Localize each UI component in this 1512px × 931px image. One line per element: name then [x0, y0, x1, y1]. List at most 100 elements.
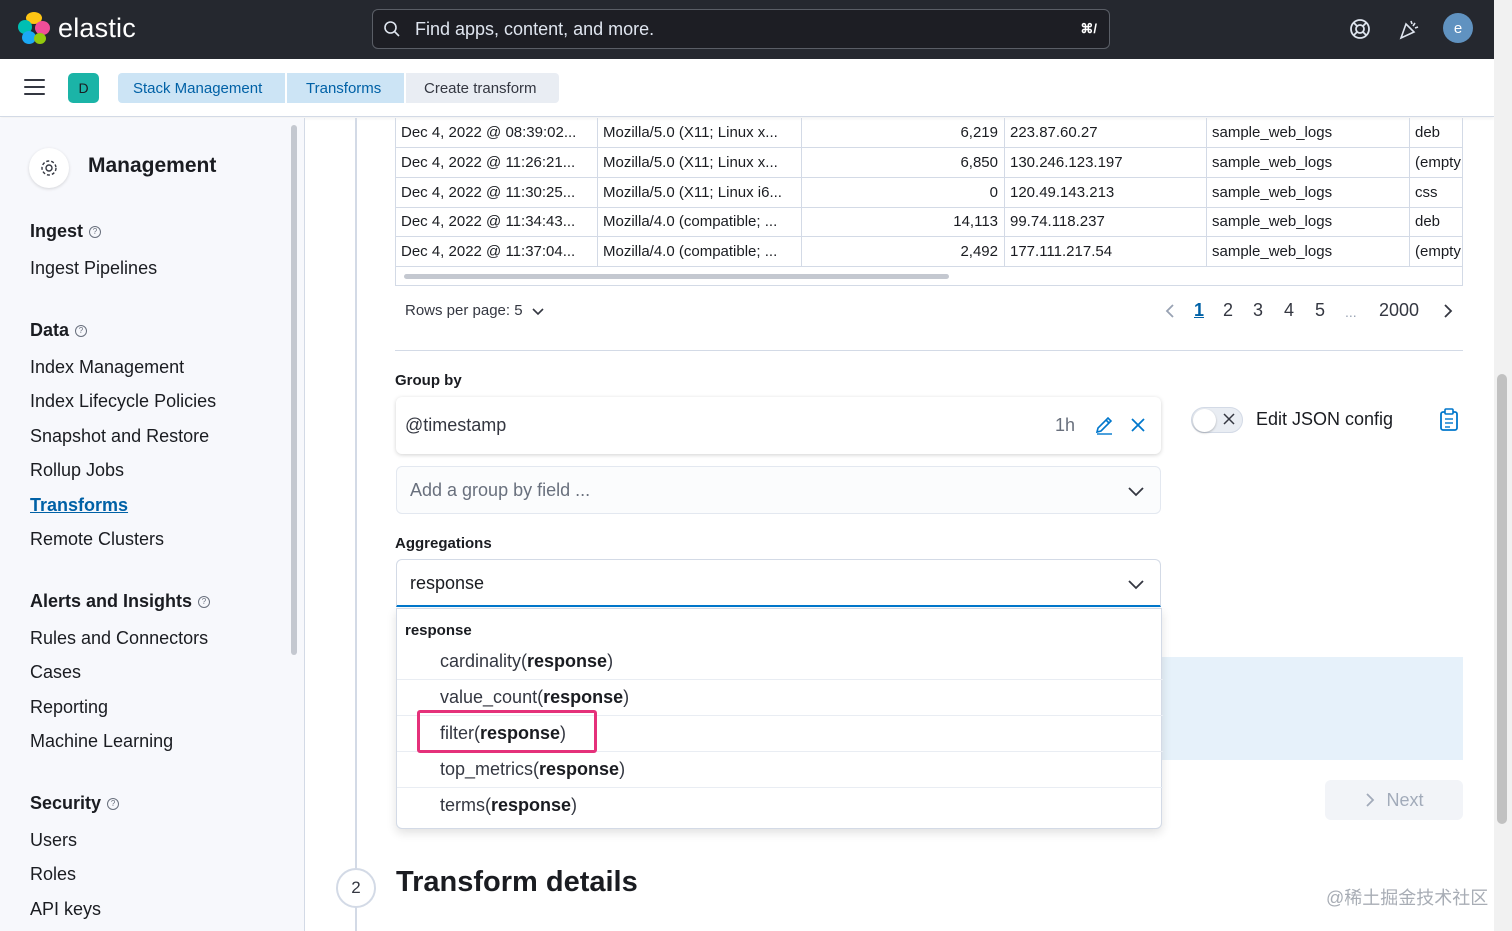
close-icon[interactable] [1129, 416, 1147, 434]
breadcrumb: Stack Management Transforms Create trans… [118, 73, 559, 103]
sidebar-item-api-keys[interactable]: API keys [30, 899, 101, 920]
pencil-icon[interactable] [1093, 414, 1115, 436]
elastic-logo[interactable]: elastic [18, 12, 136, 44]
table-cell[interactable]: (empty [1410, 148, 1462, 177]
annotation-highlight-box [417, 710, 597, 753]
close-icon [1223, 413, 1235, 425]
newsfeed-icon[interactable] [1396, 16, 1422, 42]
table-cell[interactable]: sample_web_logs [1207, 118, 1410, 147]
global-search[interactable]: Find apps, content, and more. ⌘/ [372, 9, 1110, 49]
table-cell[interactable]: css [1410, 178, 1462, 207]
sidebar-item-remote-clusters[interactable]: Remote Clusters [30, 529, 164, 550]
top-header: elastic Find apps, content, and more. ⌘/… [0, 0, 1494, 59]
table-cell[interactable]: Dec 4, 2022 @ 11:37:04... [396, 237, 598, 266]
sidebar-item-cases[interactable]: Cases [30, 662, 81, 683]
sidebar-item-transforms[interactable]: Transforms [30, 495, 128, 516]
sidebar-item-roles[interactable]: Roles [30, 864, 76, 885]
table-cell[interactable]: sample_web_logs [1207, 207, 1410, 236]
option-cardinality[interactable]: cardinality(response) [397, 644, 1163, 680]
table-cell[interactable]: Dec 4, 2022 @ 11:26:21... [396, 148, 598, 177]
chevron-down-icon[interactable] [1127, 482, 1145, 500]
toggle-knob [1193, 409, 1216, 432]
table-cell[interactable]: sample_web_logs [1207, 237, 1410, 266]
table-cell[interactable]: deb [1410, 207, 1462, 236]
clipboard-icon[interactable] [1438, 408, 1460, 432]
step-title: Transform details [396, 866, 638, 898]
info-icon[interactable]: ? [89, 225, 102, 238]
page-button-5[interactable]: 5 [1315, 300, 1325, 321]
sidebar-item-ingest-pipelines[interactable]: Ingest Pipelines [30, 258, 157, 279]
table-cell[interactable]: sample_web_logs [1207, 178, 1410, 207]
sidebar-item-reporting[interactable]: Reporting [30, 697, 108, 718]
chevron-down-icon[interactable] [1127, 575, 1145, 593]
table-cell[interactable]: Mozilla/5.0 (X11; Linux x... [598, 118, 802, 147]
table-cell[interactable]: 2,492 [802, 237, 1005, 266]
search-icon [384, 21, 400, 37]
sidebar-item-machine-learning[interactable]: Machine Learning [30, 731, 173, 752]
page-button-2[interactable]: 2 [1223, 300, 1233, 321]
info-icon[interactable]: ? [107, 797, 120, 810]
table-row[interactable]: Dec 4, 2022 @ 11:26:21... Mozilla/5.0 (X… [396, 148, 1462, 178]
option-top-metrics[interactable]: top_metrics(response) [397, 751, 1163, 787]
grid-horizontal-scrollbar[interactable] [404, 274, 949, 279]
table-cell[interactable]: Dec 4, 2022 @ 11:34:43... [396, 207, 598, 236]
page-button-4[interactable]: 4 [1284, 300, 1294, 321]
table-row[interactable]: Dec 4, 2022 @ 11:37:04... Mozilla/4.0 (c… [396, 237, 1462, 267]
table-cell[interactable]: Dec 4, 2022 @ 11:30:25... [396, 178, 598, 207]
watermark: @稀土掘金技术社区 [1326, 888, 1489, 908]
option-terms[interactable]: terms(response) [397, 787, 1163, 823]
page-button-1[interactable]: 1 [1194, 300, 1204, 321]
table-cell[interactable]: Dec 4, 2022 @ 08:39:02... [396, 118, 598, 147]
hamburger-menu-icon[interactable] [24, 79, 45, 96]
chevron-left-icon[interactable] [1163, 303, 1177, 319]
table-cell[interactable]: Mozilla/4.0 (compatible; ... [598, 207, 802, 236]
table-cell[interactable]: 14,113 [802, 207, 1005, 236]
aggregations-input[interactable]: response [410, 573, 484, 594]
table-cell[interactable]: Mozilla/5.0 (X11; Linux x... [598, 148, 802, 177]
sidebar-group-label: Alerts and Insights [30, 591, 193, 611]
space-avatar[interactable]: D [68, 73, 99, 103]
sidebar-item-rollup-jobs[interactable]: Rollup Jobs [30, 460, 124, 481]
table-cell[interactable]: 99.74.118.237 [1005, 207, 1207, 236]
sidebar-item-index-lifecycle-policies[interactable]: Index Lifecycle Policies [30, 391, 216, 412]
table-row[interactable]: Dec 4, 2022 @ 11:30:25... Mozilla/5.0 (X… [396, 178, 1462, 208]
rows-per-page-selector[interactable]: Rows per page: 5 [405, 302, 545, 319]
breadcrumb-stack-management[interactable]: Stack Management [118, 73, 285, 103]
aggregations-combobox[interactable]: response [396, 559, 1161, 607]
table-row[interactable]: Dec 4, 2022 @ 11:34:43... Mozilla/4.0 (c… [396, 207, 1462, 237]
table-cell[interactable]: (empty [1410, 237, 1462, 266]
table-cell[interactable]: 130.246.123.197 [1005, 148, 1207, 177]
table-cell[interactable]: sample_web_logs [1207, 148, 1410, 177]
sidebar-item-users[interactable]: Users [30, 830, 77, 851]
sidebar-item-snapshot-restore[interactable]: Snapshot and Restore [30, 426, 209, 447]
sidebar-scrollbar[interactable] [291, 125, 297, 655]
table-cell[interactable]: Mozilla/5.0 (X11; Linux i6... [598, 178, 802, 207]
step-connector-line [355, 118, 357, 931]
table-cell[interactable]: 0 [802, 178, 1005, 207]
next-button[interactable]: Next [1325, 780, 1463, 820]
table-cell[interactable]: 6,219 [802, 118, 1005, 147]
table-cell[interactable]: 120.49.143.213 [1005, 178, 1207, 207]
breadcrumb-transforms[interactable]: Transforms [287, 73, 404, 103]
sidebar-item-index-management[interactable]: Index Management [30, 357, 184, 378]
chevron-right-icon[interactable] [1441, 303, 1455, 319]
add-group-by-combobox[interactable]: Add a group by field ... [396, 466, 1161, 514]
page-button-3[interactable]: 3 [1253, 300, 1263, 321]
help-icon[interactable] [1347, 16, 1373, 42]
search-input[interactable]: Find apps, content, and more. [415, 19, 654, 40]
user-avatar[interactable]: e [1443, 13, 1473, 43]
sidebar-item-rules-connectors[interactable]: Rules and Connectors [30, 628, 208, 649]
table-cell[interactable]: 223.87.60.27 [1005, 118, 1207, 147]
info-icon[interactable]: ? [75, 324, 88, 337]
info-icon[interactable]: ? [198, 595, 211, 608]
group-by-interval: 1h [1055, 415, 1076, 435]
table-cell[interactable]: 177.111.217.54 [1005, 237, 1207, 266]
page-scrollbar-thumb[interactable] [1497, 374, 1507, 824]
edit-json-toggle[interactable] [1191, 407, 1243, 433]
page-button-2000[interactable]: 2000 [1379, 300, 1419, 321]
table-cell[interactable]: deb [1410, 118, 1462, 147]
table-cell[interactable]: 6,850 [802, 148, 1005, 177]
step-number: 2 [336, 868, 376, 908]
table-row[interactable]: Dec 4, 2022 @ 08:39:02... Mozilla/5.0 (X… [396, 118, 1462, 148]
table-cell[interactable]: Mozilla/4.0 (compatible; ... [598, 237, 802, 266]
